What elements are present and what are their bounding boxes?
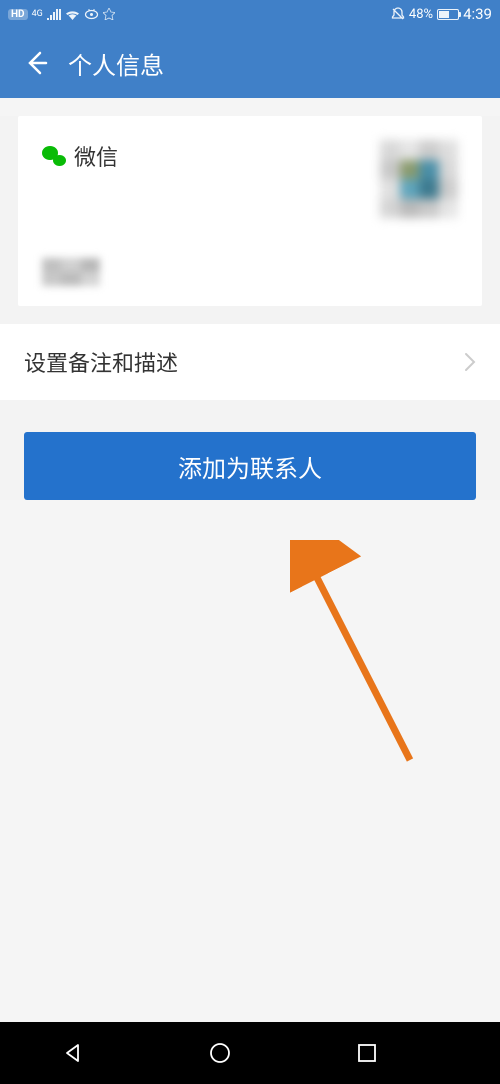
battery-icon (437, 9, 459, 20)
signal-icon (47, 9, 61, 20)
eye-icon (84, 9, 99, 20)
mute-icon (391, 7, 405, 21)
app-bar: 个人信息 (0, 28, 500, 98)
battery-percent: 48% (409, 7, 433, 22)
back-button[interactable] (20, 49, 48, 77)
wifi-icon (65, 9, 80, 20)
source-label: 微信 (74, 140, 118, 172)
content-area: 微信 设置备注和描述 添加为联系人 (0, 116, 500, 500)
profile-header: 微信 (42, 140, 458, 218)
add-contact-button[interactable]: 添加为联系人 (24, 432, 476, 500)
status-bar: HD 4G 48% 4:39 (0, 0, 500, 28)
misc-icon (103, 8, 115, 20)
profile-card: 微信 (18, 116, 482, 306)
username-redacted (42, 258, 100, 286)
nav-recent-button[interactable] (351, 1037, 383, 1069)
chevron-right-icon (464, 352, 476, 372)
status-left: HD 4G (8, 8, 115, 20)
time: 4:39 (463, 5, 492, 23)
nav-home-button[interactable] (204, 1037, 236, 1069)
nav-back-button[interactable] (57, 1037, 89, 1069)
set-remark-row[interactable]: 设置备注和描述 (0, 324, 500, 400)
avatar[interactable] (380, 140, 458, 218)
profile-source: 微信 (42, 140, 118, 172)
annotation-arrow (290, 540, 420, 770)
hd-badge: HD (8, 9, 28, 20)
status-right: 48% 4:39 (391, 5, 492, 23)
navigation-bar (0, 1022, 500, 1084)
set-remark-label: 设置备注和描述 (24, 346, 178, 378)
wechat-icon (42, 146, 66, 166)
page-title: 个人信息 (68, 46, 164, 81)
signal-4g-label: 4G (32, 9, 43, 19)
